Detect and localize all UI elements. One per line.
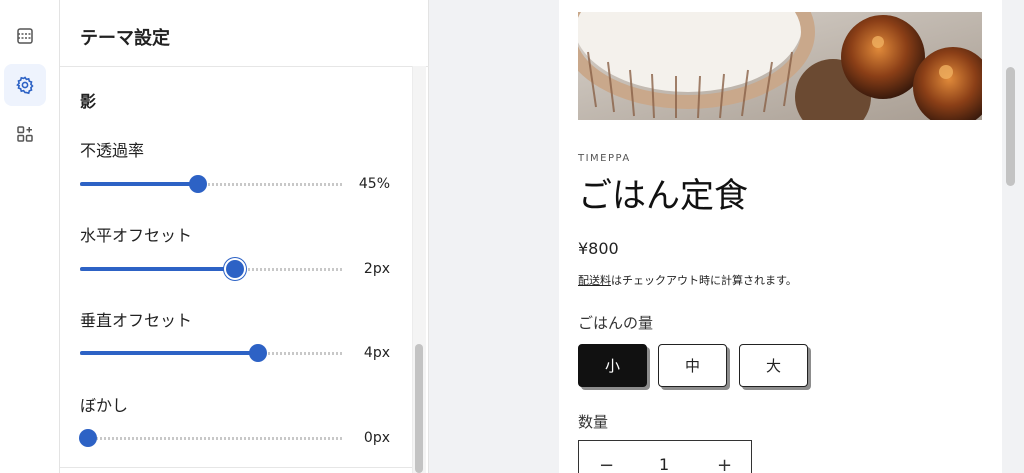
sections-icon — [17, 28, 33, 44]
quantity-label: 数量 — [578, 413, 609, 431]
shipping-note: 配送料はチェックアウト時に計算されます。 — [578, 272, 797, 288]
store-preview: TIMEPPA ごはん定食 ¥800 配送料はチェックアウト時に計算されます。 … — [559, 0, 1002, 473]
apps-button[interactable] — [4, 113, 46, 155]
apps-icon — [17, 126, 33, 142]
quantity-decrease-button[interactable]: − — [599, 455, 614, 473]
product-vendor: TIMEPPA — [578, 153, 631, 164]
product-image — [578, 12, 982, 120]
divider — [60, 66, 429, 67]
slider-thumb[interactable] — [226, 260, 244, 278]
product-title: ごはん定食 — [578, 176, 748, 216]
theme-editor: テーマ設定 影 不透過率 45% 水平オフセット 2px 垂直オフセット 4px… — [0, 0, 1024, 473]
sidebar-rail — [0, 0, 60, 473]
slider-thumb[interactable] — [79, 429, 97, 447]
quantity-increase-button[interactable]: + — [717, 455, 732, 473]
blur-slider[interactable] — [79, 428, 342, 448]
panel-title: テーマ設定 — [80, 28, 170, 49]
opacity-value: 45% — [358, 176, 390, 192]
size-medium-button[interactable]: 中 — [658, 344, 727, 387]
preview-scrollbar-thumb[interactable] — [1006, 67, 1015, 186]
vertical-offset-label: 垂直オフセット — [80, 311, 193, 330]
horizontal-offset-label: 水平オフセット — [80, 226, 193, 245]
vertical-offset-value: 4px — [363, 345, 390, 361]
shipping-link[interactable]: 配送料 — [578, 274, 611, 287]
horizontal-offset-value: 2px — [363, 261, 390, 277]
panel-scrollbar-thumb[interactable] — [415, 344, 423, 473]
theme-settings-panel: テーマ設定 影 不透過率 45% 水平オフセット 2px 垂直オフセット 4px… — [60, 0, 429, 473]
product-price: ¥800 — [578, 239, 619, 258]
size-small-button[interactable]: 小 — [578, 344, 647, 387]
vertical-offset-slider[interactable] — [80, 343, 342, 363]
divider — [60, 467, 412, 468]
quantity-value[interactable]: 1 — [659, 455, 669, 473]
slider-thumb[interactable] — [249, 344, 267, 362]
sections-button[interactable] — [4, 15, 46, 57]
slider-thumb[interactable] — [189, 175, 207, 193]
rice-amount-label: ごはんの量 — [578, 314, 654, 332]
shipping-note-text: はチェックアウト時に計算されます。 — [611, 274, 797, 287]
quantity-stepper: − 1 + — [578, 440, 752, 473]
theme-settings-button[interactable] — [4, 64, 46, 106]
shadow-section-heading: 影 — [80, 92, 97, 111]
size-large-button[interactable]: 大 — [739, 344, 808, 387]
opacity-label: 不透過率 — [80, 141, 145, 160]
blur-label: ぼかし — [80, 396, 129, 415]
opacity-slider[interactable] — [80, 174, 342, 194]
gear-icon — [16, 76, 34, 95]
horizontal-offset-slider[interactable] — [80, 259, 342, 279]
blur-value: 0px — [363, 430, 390, 446]
